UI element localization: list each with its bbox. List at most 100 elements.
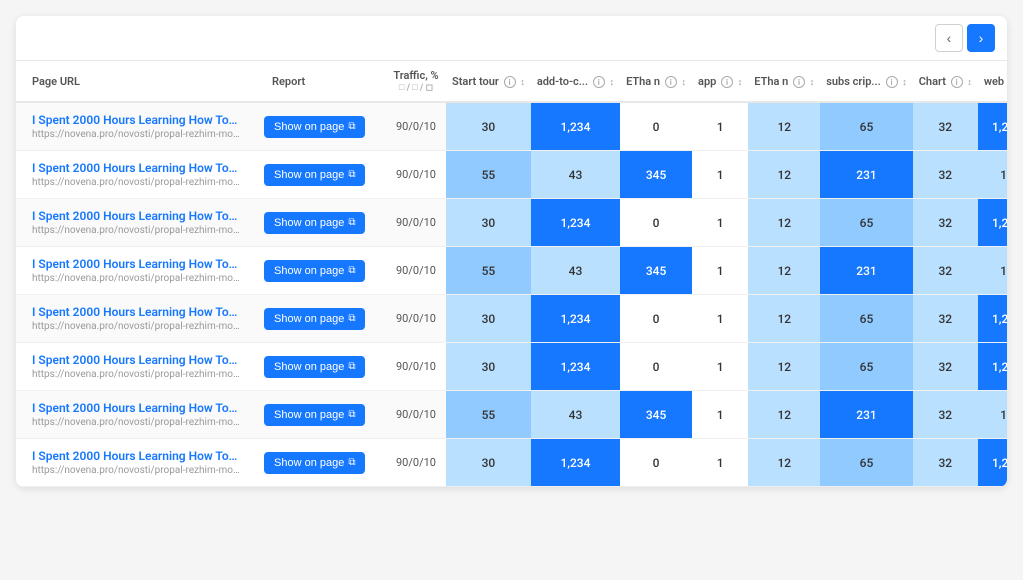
cell-page-url: I Spent 2000 Hours Learning How To Lea..… xyxy=(16,391,256,439)
sort-icon-ethan[interactable]: ↕ xyxy=(682,77,687,88)
cell-data-5: 65 xyxy=(820,439,912,487)
col-label-page-url: Page URL xyxy=(32,75,80,88)
cell-data-6: 32 xyxy=(913,199,978,247)
cell-data-2: 0 xyxy=(620,102,692,151)
show-on-page-button[interactable]: Show on page ⧉ xyxy=(264,116,365,138)
cell-page-url: I Spent 2000 Hours Learning How To Lea..… xyxy=(16,343,256,391)
cell-data-0: 30 xyxy=(446,343,531,391)
table-row: I Spent 2000 Hours Learning How To Lea..… xyxy=(16,151,1007,199)
cell-data-7: 12 xyxy=(978,391,1007,439)
cell-data-0: 30 xyxy=(446,102,531,151)
cell-data-5: 231 xyxy=(820,247,912,295)
cell-data-5: 65 xyxy=(820,295,912,343)
sort-icon-subs-crip[interactable]: ↕ xyxy=(902,77,907,88)
url-sub: https://novena.pro/novosti/propal-rezhim… xyxy=(32,225,240,236)
url-title[interactable]: I Spent 2000 Hours Learning How To Lea..… xyxy=(32,401,240,415)
sort-icon-ethan2[interactable]: ↕ xyxy=(810,77,815,88)
sort-icon-app[interactable]: ↕ xyxy=(738,77,743,88)
info-icon-add-to-c: i xyxy=(593,76,605,88)
cell-data-7: 12 xyxy=(978,247,1007,295)
table-row: I Spent 2000 Hours Learning How To Lea..… xyxy=(16,247,1007,295)
col-label-app: app xyxy=(698,75,716,88)
show-on-page-button[interactable]: Show on page ⧉ xyxy=(264,452,365,474)
info-icon-start-tour: i xyxy=(504,76,516,88)
table-row: I Spent 2000 Hours Learning How To Lea..… xyxy=(16,102,1007,151)
cell-traffic: 90/0/10 xyxy=(386,247,446,295)
url-title[interactable]: I Spent 2000 Hours Learning How To Lea..… xyxy=(32,113,240,127)
traffic-filter-icons: □ / □ / ◻ xyxy=(392,82,440,93)
cell-data-0: 55 xyxy=(446,247,531,295)
prev-button[interactable]: ‹ xyxy=(935,24,963,52)
cell-data-2: 345 xyxy=(620,151,692,199)
show-on-page-button[interactable]: Show on page ⧉ xyxy=(264,308,365,330)
col-label-web: web xyxy=(984,75,1004,88)
url-title[interactable]: I Spent 2000 Hours Learning How To Lea..… xyxy=(32,353,240,367)
cell-report: Show on page ⧉ xyxy=(256,102,386,151)
cell-traffic: 90/0/10 xyxy=(386,295,446,343)
external-link-icon: ⧉ xyxy=(348,313,355,324)
show-on-page-button[interactable]: Show on page ⧉ xyxy=(264,356,365,378)
col-label-add-to-c: add-to-c... xyxy=(537,75,588,88)
next-button[interactable]: › xyxy=(967,24,995,52)
cell-data-6: 32 xyxy=(913,439,978,487)
url-title[interactable]: I Spent 2000 Hours Learning How To Lea..… xyxy=(32,305,240,319)
cell-data-6: 32 xyxy=(913,151,978,199)
cell-traffic: 90/0/10 xyxy=(386,151,446,199)
external-link-icon: ⧉ xyxy=(348,169,355,180)
cell-data-6: 32 xyxy=(913,102,978,151)
sort-icon-start-tour[interactable]: ↕ xyxy=(520,77,525,88)
show-on-page-button[interactable]: Show on page ⧉ xyxy=(264,164,365,186)
cell-data-1: 1,234 xyxy=(531,199,620,247)
external-link-icon: ⧉ xyxy=(348,121,355,132)
main-container: ‹ › Page URL Report Traffic, % □ / □ / ◻ xyxy=(16,16,1007,487)
col-label-ethan: ETha n xyxy=(626,75,660,88)
external-link-icon: ⧉ xyxy=(348,361,355,372)
cell-data-3: 1 xyxy=(692,199,748,247)
cell-data-1: 43 xyxy=(531,391,620,439)
cell-data-5: 65 xyxy=(820,102,912,151)
url-title[interactable]: I Spent 2000 Hours Learning How To Lea..… xyxy=(32,257,240,271)
show-on-page-button[interactable]: Show on page ⧉ xyxy=(264,260,365,282)
url-sub: https://novena.pro/novosti/propal-rezhim… xyxy=(32,273,240,284)
col-label-report: Report xyxy=(272,75,305,88)
sort-icon-chart[interactable]: ↕ xyxy=(967,77,972,88)
cell-data-3: 1 xyxy=(692,439,748,487)
cell-data-3: 1 xyxy=(692,343,748,391)
cell-page-url: I Spent 2000 Hours Learning How To Lea..… xyxy=(16,102,256,151)
cell-data-6: 32 xyxy=(913,343,978,391)
cell-data-2: 0 xyxy=(620,343,692,391)
cell-data-4: 12 xyxy=(748,102,820,151)
cell-data-5: 65 xyxy=(820,343,912,391)
url-title[interactable]: I Spent 2000 Hours Learning How To Lea..… xyxy=(32,161,240,175)
cell-data-2: 0 xyxy=(620,199,692,247)
cell-data-4: 12 xyxy=(748,439,820,487)
sort-icon-add-to-c[interactable]: ↕ xyxy=(610,77,615,88)
external-link-icon: ⧉ xyxy=(348,409,355,420)
cell-report: Show on page ⧉ xyxy=(256,199,386,247)
url-title[interactable]: I Spent 2000 Hours Learning How To Lea..… xyxy=(32,209,240,223)
cell-data-6: 32 xyxy=(913,391,978,439)
cell-data-2: 0 xyxy=(620,295,692,343)
cell-data-7: 1,234 xyxy=(978,199,1007,247)
cell-report: Show on page ⧉ xyxy=(256,439,386,487)
cell-data-2: 0 xyxy=(620,439,692,487)
cell-traffic: 90/0/10 xyxy=(386,199,446,247)
cell-data-4: 12 xyxy=(748,343,820,391)
cell-data-3: 1 xyxy=(692,295,748,343)
col-header-start-tour: Start tour i ↕ xyxy=(446,61,531,102)
cell-page-url: I Spent 2000 Hours Learning How To Lea..… xyxy=(16,247,256,295)
cell-page-url: I Spent 2000 Hours Learning How To Lea..… xyxy=(16,295,256,343)
url-title[interactable]: I Spent 2000 Hours Learning How To Lea..… xyxy=(32,449,240,463)
cell-data-7: 1,234 xyxy=(978,343,1007,391)
show-on-page-button[interactable]: Show on page ⧉ xyxy=(264,212,365,234)
table-header-row: Page URL Report Traffic, % □ / □ / ◻ Sta… xyxy=(16,61,1007,102)
nav-arrows: ‹ › xyxy=(16,16,1007,61)
col-label-chart: Chart xyxy=(919,75,946,88)
cell-data-1: 43 xyxy=(531,247,620,295)
show-on-page-button[interactable]: Show on page ⧉ xyxy=(264,404,365,426)
cell-data-3: 1 xyxy=(692,151,748,199)
cell-data-4: 12 xyxy=(748,295,820,343)
info-icon-subs-crip: i xyxy=(886,76,898,88)
cell-data-0: 55 xyxy=(446,391,531,439)
cell-report: Show on page ⧉ xyxy=(256,151,386,199)
